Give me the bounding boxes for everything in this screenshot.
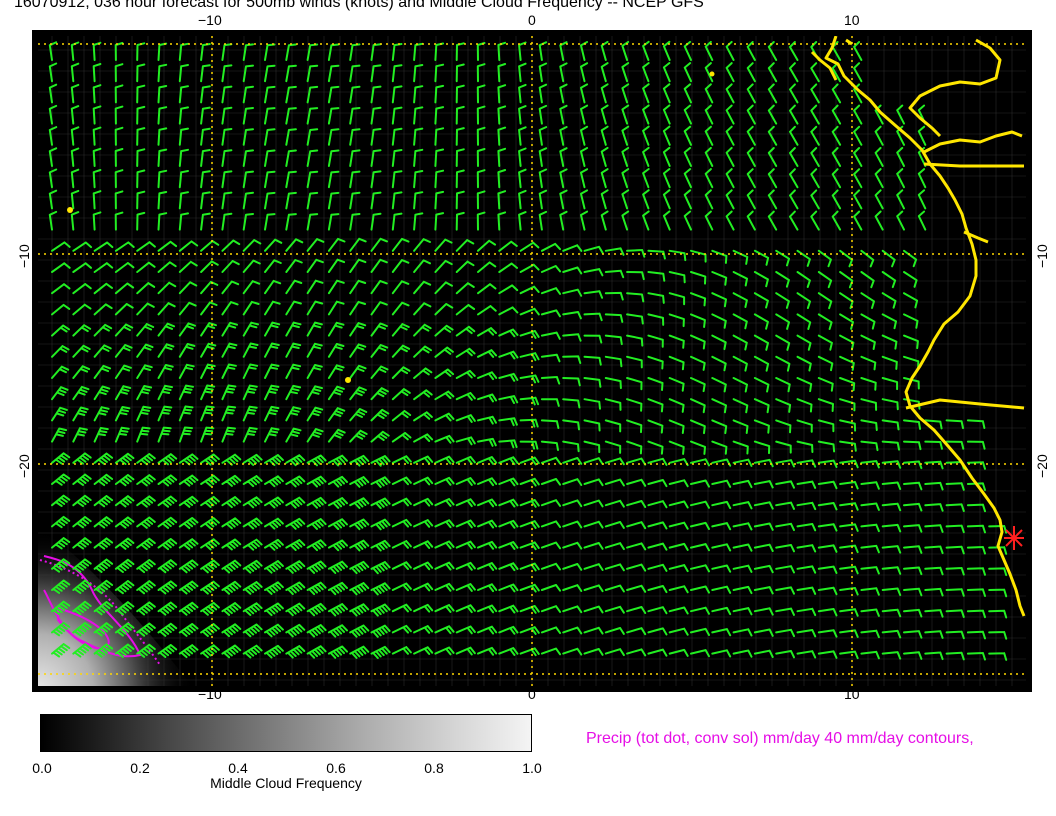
precip-legend-note: Precip (tot dot, conv sol) mm/day 40 mm/… — [586, 730, 974, 747]
weather-map — [32, 30, 1032, 692]
x-top-tick: 0 — [528, 12, 536, 28]
colorbar-tick: 0.4 — [228, 760, 248, 776]
colorbar-tick: 1.0 — [522, 760, 542, 776]
colorbar-tick: 0.8 — [424, 760, 444, 776]
left-axis-band — [32, 254, 38, 464]
y-right-tick: −10 — [1034, 244, 1050, 268]
x-top-tick: −10 — [198, 12, 222, 28]
y-right-tick: −20 — [1034, 454, 1050, 478]
colorbar-tick: 0.0 — [32, 760, 52, 776]
y-left-tick: −20 — [16, 454, 32, 478]
location-marker-icon — [1004, 526, 1024, 550]
colorbar-tick: 0.2 — [130, 760, 150, 776]
colorbar-tick: 0.6 — [326, 760, 346, 776]
right-axis-band — [1026, 254, 1032, 464]
x-bottom-tick: 0 — [528, 686, 536, 702]
colorbar-label: Middle Cloud Frequency — [210, 775, 362, 791]
y-left-tick: −10 — [16, 244, 32, 268]
island-dot — [67, 207, 73, 213]
island-dot — [345, 377, 351, 383]
island-dot — [709, 71, 715, 77]
x-top-tick: 10 — [844, 12, 860, 28]
x-bottom-tick: −10 — [198, 686, 222, 702]
colorbar — [40, 714, 532, 752]
x-bottom-tick: 10 — [844, 686, 860, 702]
